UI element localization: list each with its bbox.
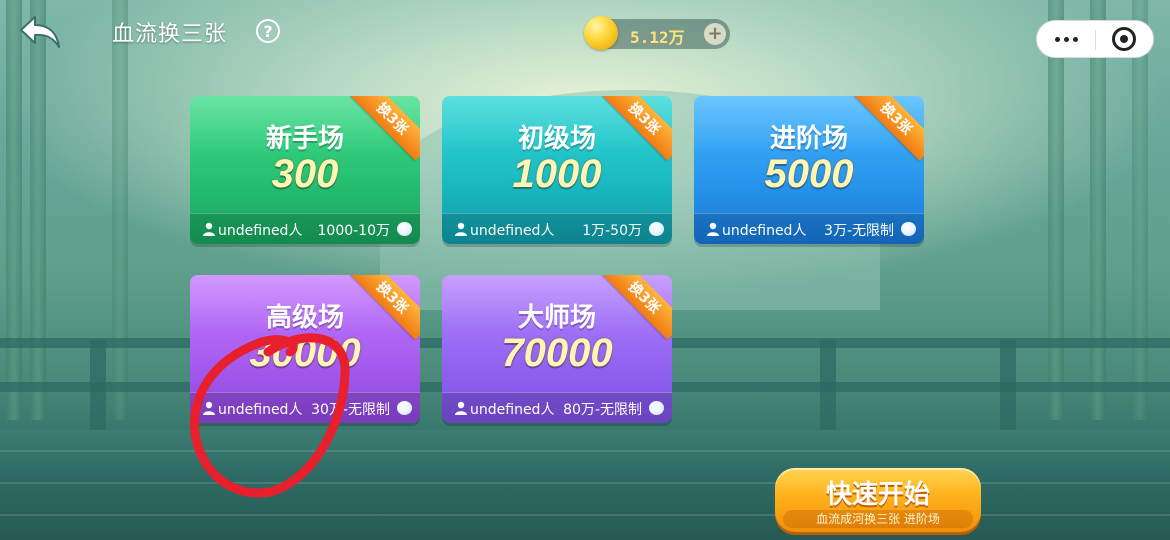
annotation-circle [189, 333, 350, 498]
